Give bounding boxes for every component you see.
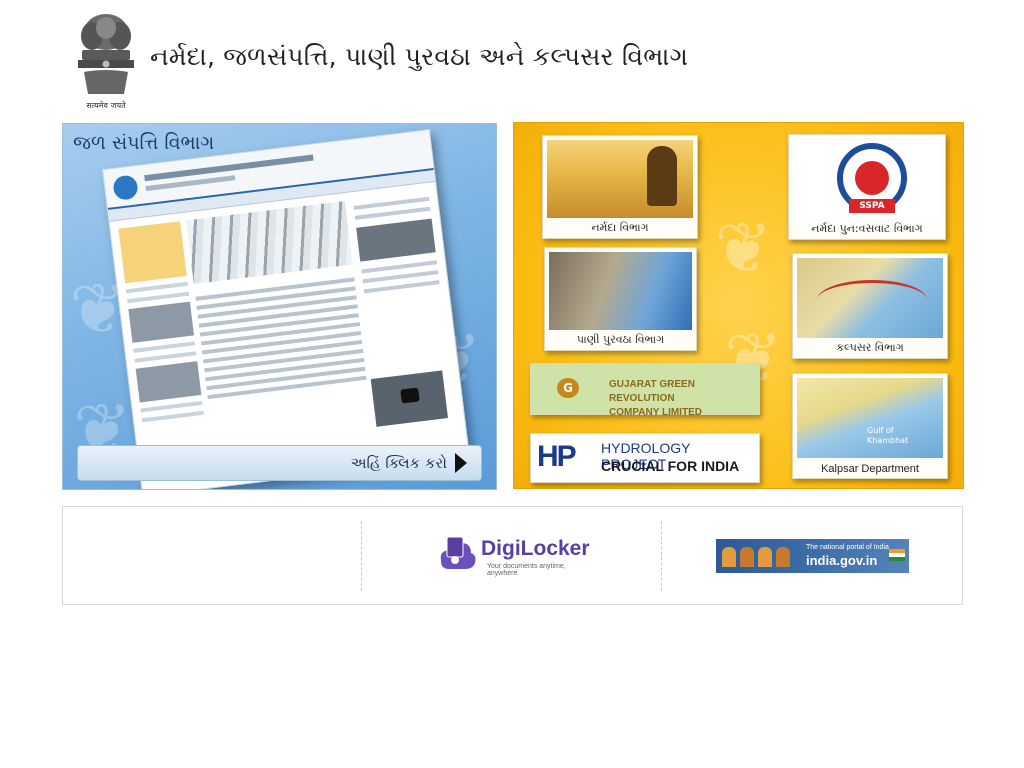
gulf-label: Gulf of Khambhat (867, 426, 909, 445)
digilocker-tagline: Your documents anytime, anywhere (487, 563, 566, 577)
emblem-motto: सत्यमेव जयते (86, 101, 126, 110)
kalpsar-caption: કલ્પસર વિભાગ (836, 341, 904, 354)
hydrology-logo-icon: HP (537, 440, 577, 473)
sspa-department-card[interactable]: SSPA નર્મદા પુન:વસવાટ વિભાગ (788, 134, 946, 240)
kalpsar-map-image (797, 258, 943, 338)
monument-icon (776, 547, 790, 567)
digilocker-link[interactable]: DigiLocker Your documents anytime, anywh… (437, 535, 590, 577)
narmada-department-card[interactable]: નર્મદા વિભાગ (542, 135, 698, 239)
water-supply-caption: પાણી પુરવઠા વિભાગ (576, 333, 665, 346)
water-resources-banner[interactable]: ❦ ❦ ❦ જળ સંપત્તિ વિભાગ અહિં ક્લિક કરો (62, 123, 497, 490)
departments-banner: ❦ ❦ નર્મદા વિભાગ SSPA નર્મદા પુન:વસવાટ વ… (513, 122, 964, 489)
click-here-label: અહિં ક્લિક કરો (350, 454, 447, 472)
india-flag-icon (889, 549, 905, 561)
arrow-right-icon (455, 453, 467, 473)
sspa-caption: નર્મદા પુન:વસવાટ વિભાગ (811, 222, 923, 235)
monument-icon (740, 547, 754, 567)
hydrology-line2: CRUCIAL FOR INDIA (601, 458, 740, 474)
narmada-caption: નર્મદા વિભાગ (591, 221, 649, 234)
india-portal-name: india.gov.in (806, 553, 878, 568)
ggrc-logo-icon: G (557, 378, 579, 398)
kalpsar-department-card[interactable]: કલ્પસર વિભાગ (792, 253, 948, 359)
kalpsar-english-caption: Kalpsar Department (821, 463, 919, 475)
monument-icon (758, 547, 772, 567)
divider (661, 521, 662, 591)
ggrc-name: GUJARAT GREEN REVOLUTION COMPANY LIMITED (609, 378, 759, 420)
water-banner-title: જળ સંપત્તિ વિભાગ (73, 132, 215, 154)
narmada-image (547, 140, 693, 218)
page-title: નર્મદા, જળસંપત્તિ, પાણી પુરવઠા અને કલ્પસ… (150, 42, 689, 71)
state-emblem-icon (78, 14, 134, 94)
kalpsar-english-card[interactable]: Gulf of Khambhat Kalpsar Department (792, 373, 948, 479)
website-preview-image (102, 129, 470, 489)
india-gov-link[interactable]: The national portal of India india.gov.i… (716, 539, 909, 573)
sspa-badge: SSPA (849, 199, 895, 213)
state-emblem: सत्यमेव जयते (72, 10, 140, 114)
digilocker-name: DigiLocker (481, 537, 590, 560)
ggrc-link-card[interactable]: G GUJARAT GREEN REVOLUTION COMPANY LIMIT… (530, 363, 760, 418)
click-here-link[interactable]: અહિં ક્લિક કરો (77, 445, 482, 481)
leaf-decoration: ❦ (714, 207, 773, 289)
ggrc-name-line1: GUJARAT GREEN REVOLUTION (609, 379, 695, 404)
water-supply-department-card[interactable]: પાણી પુરવઠા વિભાગ (544, 247, 697, 351)
ggrc-name-line2: COMPANY LIMITED (609, 407, 702, 418)
sspa-logo: SSPA (793, 139, 941, 219)
gulf-khambhat-map-image: Gulf of Khambhat (797, 378, 943, 458)
india-portal-tagline: The national portal of India (806, 544, 889, 551)
water-supply-image (549, 252, 692, 330)
monument-icon (722, 547, 736, 567)
digilocker-icon (440, 536, 476, 569)
external-links-bar: DigiLocker Your documents anytime, anywh… (62, 506, 963, 605)
hydrology-project-card[interactable]: HP HYDROLOGY PROJECT CRUCIAL FOR INDIA (530, 433, 760, 483)
divider (361, 521, 362, 591)
